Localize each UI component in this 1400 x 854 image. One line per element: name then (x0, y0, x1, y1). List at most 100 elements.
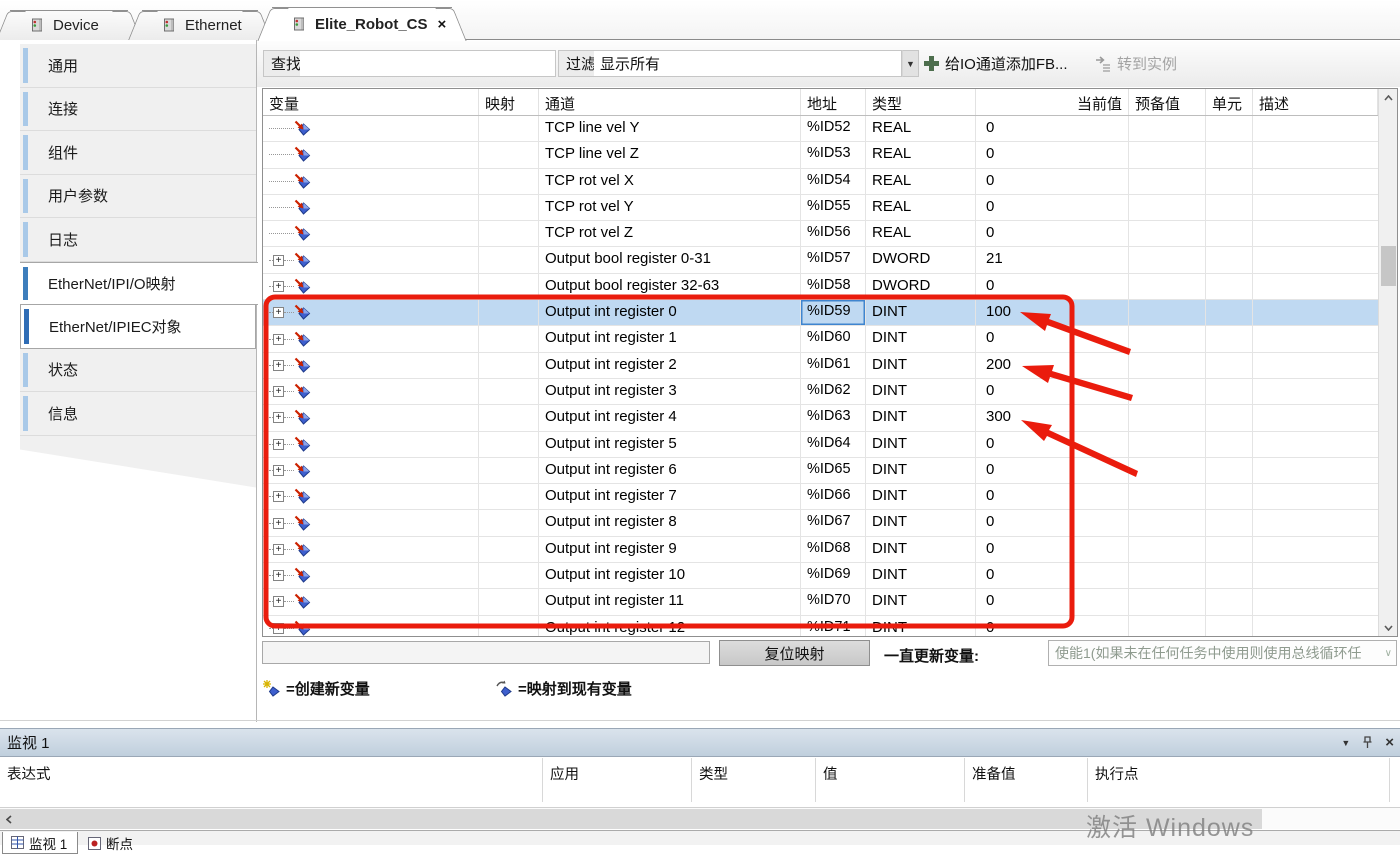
panel-menu-icon[interactable]: ▼ (1341, 738, 1350, 748)
expand-icon[interactable]: + (273, 412, 284, 423)
expand-icon[interactable]: + (273, 386, 284, 397)
expand-icon[interactable]: + (273, 570, 284, 581)
table-row[interactable]: + Output int register 10%ID69DINT0 (263, 563, 1378, 589)
column-header-7[interactable]: 单元 (1206, 89, 1253, 115)
table-row[interactable]: + Output bool register 0-31%ID57DWORD21 (263, 247, 1378, 273)
close-panel-icon[interactable]: × (1385, 734, 1394, 751)
find-input[interactable] (300, 50, 556, 77)
pin-icon[interactable] (1362, 736, 1373, 749)
current-value-cell: 0 (976, 116, 1129, 141)
channel-cell: TCP rot vel X (539, 169, 801, 194)
expand-icon[interactable]: + (273, 465, 284, 476)
goto-instance-button[interactable]: 转到实例 (1095, 50, 1177, 77)
table-row[interactable]: + Output int register 0%ID59DINT100 (263, 300, 1378, 326)
table-row[interactable]: + Output int register 5%ID64DINT0 (263, 432, 1378, 458)
table-row[interactable]: TCP rot vel Z%ID56REAL0 (263, 221, 1378, 247)
variable-cell: + (263, 274, 479, 299)
watch-column-header-5[interactable]: 执行点 (1088, 758, 1390, 802)
address-cell: %ID71 (801, 616, 866, 637)
sidebar-item-状态[interactable]: 状态 (20, 349, 256, 393)
scroll-left-icon[interactable] (0, 809, 18, 829)
scrollbar-thumb-horizontal[interactable] (18, 809, 1262, 829)
column-header-1[interactable]: 映射 (479, 89, 539, 115)
sidebar-item-用户参数[interactable]: 用户参数 (20, 175, 256, 219)
scrollbar-thumb[interactable] (1381, 246, 1396, 286)
table-row[interactable]: + Output int register 11%ID70DINT0 (263, 589, 1378, 615)
table-row[interactable]: + Output int register 6%ID65DINT0 (263, 458, 1378, 484)
bottom-tab-断点[interactable]: 断点 (80, 832, 144, 854)
watch-column-header-4[interactable]: 准备值 (965, 758, 1088, 802)
table-row[interactable]: + Output bool register 32-63%ID58DWORD0 (263, 274, 1378, 300)
unit-cell (1206, 300, 1253, 325)
table-row[interactable]: + Output int register 2%ID61DINT200 (263, 353, 1378, 379)
document-tab-device[interactable]: Device (10, 10, 128, 40)
watch-column-header-1[interactable]: 应用 (543, 758, 692, 802)
expand-icon[interactable]: + (273, 281, 284, 292)
watch-column-header-3[interactable]: 值 (816, 758, 965, 802)
column-header-4[interactable]: 类型 (866, 89, 976, 115)
type-cell: DINT (866, 432, 976, 457)
document-tab-elite_robot_cs[interactable]: Elite_Robot_CS× (272, 7, 452, 41)
table-row[interactable]: + Output int register 3%ID62DINT0 (263, 379, 1378, 405)
description-cell (1253, 616, 1378, 637)
sidebar-item-日志[interactable]: 日志 (20, 218, 256, 262)
scroll-up-icon[interactable] (1379, 89, 1398, 106)
filter-dropdown-icon[interactable]: ▼ (902, 50, 919, 77)
current-value-cell: 0 (976, 484, 1129, 509)
table-row[interactable]: + Output int register 7%ID66DINT0 (263, 484, 1378, 510)
expand-icon[interactable]: + (273, 439, 284, 450)
close-tab-icon[interactable]: × (438, 16, 447, 33)
variable-cell: + (263, 510, 479, 535)
column-header-2[interactable]: 通道 (539, 89, 801, 115)
bottom-tab-监视 1[interactable]: 监视 1 (2, 832, 78, 854)
column-header-8[interactable]: 描述 (1253, 89, 1378, 115)
document-tab-ethernet[interactable]: Ethernet (142, 10, 258, 40)
expand-icon[interactable]: + (273, 623, 284, 634)
horizontal-scrollbar[interactable] (0, 807, 1400, 829)
expand-icon[interactable]: + (273, 360, 284, 371)
vertical-scrollbar[interactable] (1378, 89, 1397, 636)
sidebar-item-通用[interactable]: 通用 (20, 44, 256, 88)
table-row[interactable]: + Output int register 8%ID67DINT0 (263, 510, 1378, 536)
table-row[interactable]: TCP line vel Z%ID53REAL0 (263, 142, 1378, 168)
expand-icon[interactable]: + (273, 596, 284, 607)
expand-icon[interactable]: + (273, 334, 284, 345)
table-row[interactable]: + Output int register 9%ID68DINT0 (263, 537, 1378, 563)
new-variable-icon (294, 146, 311, 163)
column-header-6[interactable]: 预备值 (1129, 89, 1206, 115)
scroll-down-icon[interactable] (1379, 619, 1398, 636)
column-header-5[interactable]: 当前值 (976, 89, 1129, 115)
sidebar-item-连接[interactable]: 连接 (20, 88, 256, 132)
watch-column-header-2[interactable]: 类型 (692, 758, 816, 802)
horizontal-splitter[interactable] (0, 720, 1400, 721)
add-fb-button[interactable]: 给IO通道添加FB... (924, 50, 1068, 77)
description-cell (1253, 537, 1378, 562)
table-row[interactable]: TCP rot vel Y%ID55REAL0 (263, 195, 1378, 221)
address-cell: %ID54 (801, 169, 866, 194)
current-value-cell: 0 (976, 537, 1129, 562)
expand-icon[interactable]: + (273, 544, 284, 555)
reset-mapping-button[interactable]: 复位映射 (719, 640, 870, 666)
column-header-3[interactable]: 地址 (801, 89, 866, 115)
table-row[interactable]: TCP rot vel X%ID54REAL0 (263, 169, 1378, 195)
filter-combobox[interactable]: 显示所有 (594, 50, 902, 77)
sidebar-item-EtherNet/IPI/O映射[interactable]: EtherNet/IPI/O映射 (20, 262, 258, 306)
expand-icon[interactable]: + (273, 307, 284, 318)
watch-column-header-0[interactable]: 表达式 (0, 758, 543, 802)
table-row[interactable]: + Output int register 12%ID71DINT0 (263, 616, 1378, 637)
expand-icon[interactable]: + (273, 491, 284, 502)
update-mode-dropdown[interactable]: 使能1(如果未在任何任务中使用则使用总线循环任 ∨ (1048, 640, 1397, 666)
prepared-value-cell (1129, 116, 1206, 141)
sidebar-item-组件[interactable]: 组件 (20, 131, 256, 175)
sidebar-item-信息[interactable]: 信息 (20, 392, 256, 436)
table-row[interactable]: + Output int register 1%ID60DINT0 (263, 326, 1378, 352)
new-variable-icon (294, 409, 311, 426)
table-row[interactable]: + Output int register 4%ID63DINT300 (263, 405, 1378, 431)
column-header-0[interactable]: 变量 (263, 89, 479, 115)
expand-icon[interactable]: + (273, 255, 284, 266)
table-row[interactable]: TCP line vel Y%ID52REAL0 (263, 116, 1378, 142)
mapping-cell (479, 616, 539, 637)
expand-icon[interactable]: + (273, 518, 284, 529)
sidebar-item-EtherNet/IPIEC对象[interactable]: EtherNet/IPIEC对象 (20, 305, 256, 349)
type-cell: DINT (866, 458, 976, 483)
